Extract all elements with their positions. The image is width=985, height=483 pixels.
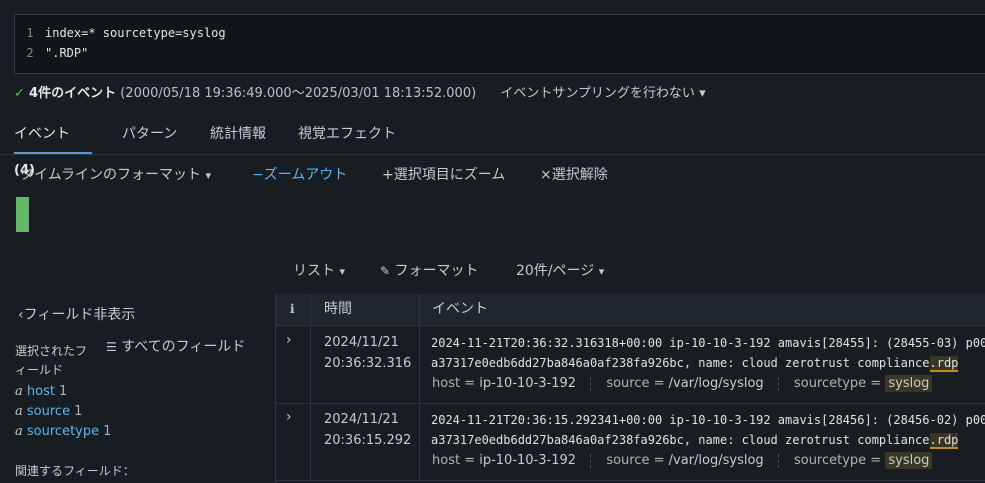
selected-fields-heading: 選択されたフィールド bbox=[15, 344, 88, 377]
field-type: a bbox=[15, 404, 23, 419]
pencil-icon: ✎ bbox=[380, 264, 391, 278]
all-fields-label: すべてのフィールド bbox=[121, 339, 246, 355]
sampling-label: イベントサンプリングを行わない bbox=[500, 86, 695, 101]
query-line[interactable]: index=* sourcetype=syslog bbox=[45, 23, 226, 43]
sourcetype-value[interactable]: syslog bbox=[885, 452, 933, 469]
info-column-header: i bbox=[290, 302, 295, 316]
sampling-dropdown[interactable]: イベントサンプリングを行わない ▾ bbox=[500, 86, 705, 101]
source-value[interactable]: /var/log/syslog bbox=[669, 453, 764, 468]
line-number: 1 bbox=[26, 26, 34, 40]
host-value[interactable]: ip-10-10-3-192 bbox=[479, 376, 576, 391]
field-type: a bbox=[15, 384, 23, 399]
field-count: 1 bbox=[103, 424, 112, 439]
all-fields-button[interactable]: ☰ すべてのフィールド bbox=[106, 336, 245, 356]
field-key: host = bbox=[432, 453, 476, 468]
search-query-editor[interactable]: 1 2 index=* sourcetype=syslog ".RDP" bbox=[14, 14, 985, 74]
field-name[interactable]: source bbox=[27, 404, 70, 419]
search-status: ✓ 4件のイベント (2000/05/18 19:36:49.000～2025/… bbox=[14, 84, 706, 104]
chevron-right-icon[interactable]: › bbox=[286, 332, 292, 348]
fields-sidebar: ‹フィールド非表示 選択されたフィールド ☰ すべてのフィールド a host 1… bbox=[0, 294, 276, 483]
event-line: a37317e0edb6dd27ba846a0af238fa926bc, nam… bbox=[431, 430, 985, 450]
event-line: a37317e0edb6dd27ba846a0af238fa926bc, nam… bbox=[431, 353, 985, 373]
table-row: › 2024/11/21 20:36:15.292 2024-11-21T20:… bbox=[276, 403, 985, 481]
per-page-dropdown[interactable]: 20件/ページ ▾ bbox=[516, 261, 604, 281]
list-icon: ☰ bbox=[106, 340, 117, 354]
time-range: (2000/05/18 19:36:49.000～2025/03/01 18:1… bbox=[120, 86, 477, 101]
field-count: 1 bbox=[58, 384, 68, 399]
event-date: 2024/11/21 bbox=[324, 412, 399, 427]
zoom-to-selection-button[interactable]: +選択項目にズーム bbox=[382, 164, 505, 186]
zoom-out-button[interactable]: −ズームアウト bbox=[252, 164, 347, 186]
per-page-label: 20件/ページ bbox=[516, 263, 595, 279]
host-value[interactable]: ip-10-10-3-192 bbox=[479, 453, 576, 468]
sourcetype-value[interactable]: syslog bbox=[885, 375, 933, 392]
event-line: 2024-11-21T20:36:32.316318+00:00 ip-10-1… bbox=[431, 336, 985, 350]
field-key: source = bbox=[606, 453, 665, 468]
field-key: sourcetype = bbox=[793, 376, 882, 391]
event-column-header: イベント bbox=[432, 301, 488, 317]
time-column-header[interactable]: 時間 bbox=[324, 294, 352, 325]
tab-visualization[interactable]: 視覚エフェクト bbox=[298, 116, 396, 154]
table-row: › 2024/11/21 20:36:32.316 2024-11-21T20:… bbox=[276, 326, 985, 404]
field-key: sourcetype = bbox=[793, 453, 882, 468]
tab-statistics[interactable]: 統計情報 bbox=[210, 116, 266, 154]
event-text: a37317e0edb6dd27ba846a0af238fa926bc, nam… bbox=[431, 356, 930, 370]
list-view-label: リスト bbox=[293, 263, 335, 279]
line-number: 2 bbox=[26, 46, 34, 60]
field-host[interactable]: a host 1 bbox=[15, 384, 67, 399]
field-key: host = bbox=[432, 376, 476, 391]
search-highlight: .rdp bbox=[929, 356, 959, 372]
chevron-down-icon: ▾ bbox=[699, 86, 706, 101]
chevron-down-icon: ▾ bbox=[598, 265, 605, 278]
format-label: フォーマット bbox=[394, 263, 479, 279]
event-time: 2024/11/21 20:36:32.316 bbox=[324, 332, 411, 374]
chevron-down-icon: ▾ bbox=[205, 169, 212, 182]
chevron-down-icon: ▾ bbox=[339, 265, 345, 278]
event-time: 2024/11/21 20:36:15.292 bbox=[324, 409, 411, 451]
tab-label: イベント bbox=[14, 126, 70, 142]
field-type: a bbox=[15, 424, 23, 439]
format-button[interactable]: ✎ フォーマット bbox=[380, 261, 479, 281]
field-name[interactable]: sourcetype bbox=[27, 424, 99, 439]
timeline-format-label: タイムラインのフォーマット bbox=[20, 167, 202, 183]
event-text: a37317e0edb6dd27ba846a0af238fa926bc, nam… bbox=[431, 433, 930, 447]
check-icon: ✓ bbox=[14, 86, 25, 101]
search-highlight: .rdp bbox=[929, 433, 959, 449]
field-sourcetype[interactable]: a sourcetype 1 bbox=[15, 424, 111, 439]
line-number-gutter: 1 2 bbox=[15, 15, 45, 73]
hide-fields-label: フィールド非表示 bbox=[23, 307, 136, 323]
event-line: 2024-11-21T20:36:15.292341+00:00 ip-10-1… bbox=[431, 413, 985, 427]
table-header: i 時間 イベント bbox=[276, 294, 985, 326]
events-table: i 時間 イベント › 2024/11/21 20:36:32.316 2024… bbox=[276, 294, 985, 483]
list-view-dropdown[interactable]: リスト ▾ bbox=[293, 261, 345, 281]
deselect-button[interactable]: ×選択解除 bbox=[540, 164, 608, 186]
tab-patterns[interactable]: パターン bbox=[122, 116, 177, 154]
field-source[interactable]: a source 1 bbox=[15, 404, 82, 419]
event-count: 4件のイベント bbox=[29, 86, 117, 101]
result-tabs: イベント (4) パターン 統計情報 視覚エフェクト bbox=[0, 116, 985, 178]
event-clock: 20:36:32.316 bbox=[324, 356, 412, 371]
event-raw-text[interactable]: 2024-11-21T20:36:32.316318+00:00 ip-10-1… bbox=[431, 333, 985, 373]
chevron-right-icon[interactable]: › bbox=[286, 409, 292, 425]
source-value[interactable]: /var/log/syslog bbox=[669, 376, 764, 391]
query-line[interactable]: ".RDP" bbox=[45, 43, 226, 63]
event-field-summary: host = ip-10-10-3-192 source = /var/log/… bbox=[432, 452, 933, 469]
field-count: 1 bbox=[74, 404, 83, 419]
timeline-bar[interactable] bbox=[16, 197, 29, 232]
field-name[interactable]: host bbox=[27, 384, 55, 399]
related-fields-heading: 関連するフィールド： bbox=[15, 464, 135, 478]
event-raw-text[interactable]: 2024-11-21T20:36:15.292341+00:00 ip-10-1… bbox=[431, 410, 985, 450]
event-date: 2024/11/21 bbox=[324, 335, 399, 350]
event-field-summary: host = ip-10-10-3-192 source = /var/log/… bbox=[432, 375, 933, 392]
event-clock: 20:36:15.292 bbox=[324, 433, 412, 448]
timeline-format-button[interactable]: タイムラインのフォーマット ▾ bbox=[20, 164, 211, 186]
hide-fields-button[interactable]: ‹フィールド非表示 bbox=[18, 304, 135, 324]
field-key: source = bbox=[606, 376, 665, 391]
tab-events[interactable]: イベント (4) bbox=[14, 116, 92, 178]
